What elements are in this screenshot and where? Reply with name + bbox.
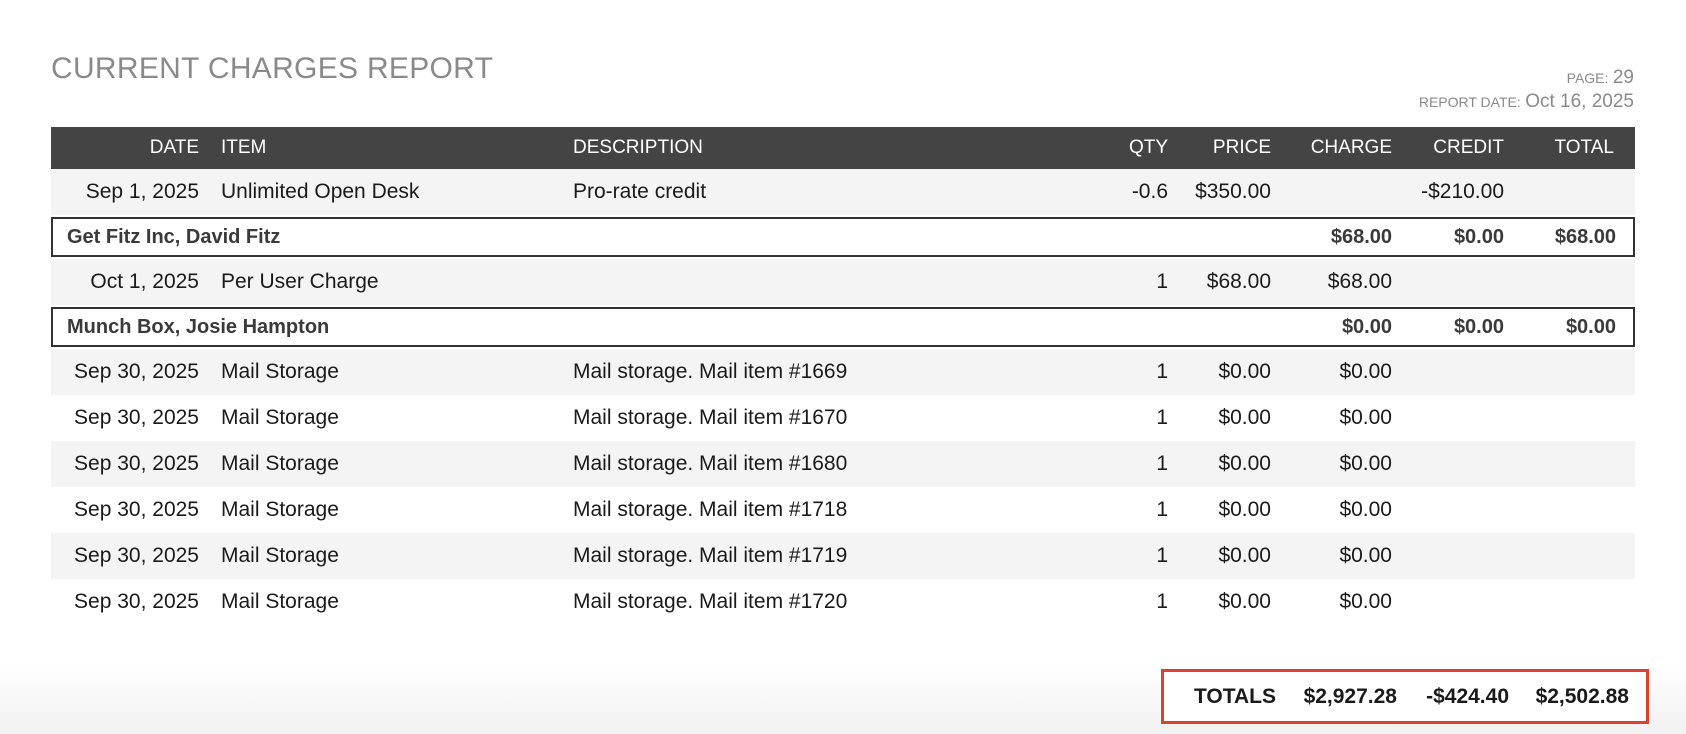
page-number: PAGE: 29 (1419, 66, 1634, 90)
row-date: Sep 30, 2025 (74, 360, 199, 383)
row-charge: $0.00 (1339, 406, 1392, 429)
row-item: Mail Storage (221, 544, 339, 567)
table-row: Sep 30, 2025 Mail Storage Mail storage. … (51, 441, 1635, 487)
group-charge: $0.00 (1341, 315, 1392, 338)
row-qty: 1 (1156, 544, 1168, 567)
col-charge-header: CHARGE (1310, 137, 1392, 158)
row-qty: 1 (1156, 590, 1168, 613)
table-row: Sep 30, 2025 Mail Storage Mail storage. … (51, 533, 1635, 579)
customer-name: Munch Box, Josie Hampton (67, 315, 330, 338)
row-item: Mail Storage (221, 406, 339, 429)
customer-group-row: Munch Box, Josie Hampton $0.00 $0.00 $0.… (51, 307, 1635, 347)
totals-label: TOTALS (1193, 684, 1276, 708)
customer-name: Get Fitz Inc, David Fitz (67, 225, 281, 248)
col-description-header: DESCRIPTION (573, 137, 703, 158)
page-label: PAGE: (1566, 70, 1609, 86)
table-row: Sep 30, 2025 Mail Storage Mail storage. … (51, 395, 1635, 441)
row-date: Sep 30, 2025 (74, 590, 199, 613)
row-charge: $0.00 (1339, 544, 1392, 567)
row-qty: 1 (1156, 452, 1168, 475)
row-price: $0.00 (1218, 590, 1271, 613)
row-price: $0.00 (1218, 360, 1271, 383)
table-header: DATE ITEM DESCRIPTION QTY PRICE CHARGE C… (51, 127, 1635, 169)
row-date: Sep 30, 2025 (74, 498, 199, 521)
col-price-header: PRICE (1212, 137, 1271, 158)
group-total: $68.00 (1554, 225, 1616, 248)
row-item: Mail Storage (221, 360, 339, 383)
row-price: $0.00 (1218, 452, 1271, 475)
col-qty-header: QTY (1128, 137, 1168, 158)
row-date: Oct 1, 2025 (90, 270, 199, 293)
row-credit: -$210.00 (1421, 180, 1504, 203)
row-charge: $0.00 (1339, 590, 1392, 613)
row-item: Per User Charge (221, 270, 379, 293)
row-description: Mail storage. Mail item #1718 (573, 498, 848, 521)
table-row: Sep 30, 2025 Mail Storage Mail storage. … (51, 349, 1635, 395)
row-qty: 1 (1156, 406, 1168, 429)
row-charge: $0.00 (1339, 498, 1392, 521)
row-qty: -0.6 (1131, 180, 1168, 203)
row-description: Mail storage. Mail item #1680 (573, 452, 848, 475)
row-qty: 1 (1156, 270, 1168, 293)
customer-group-row: Get Fitz Inc, David Fitz $68.00 $0.00 $6… (51, 217, 1635, 257)
row-charge: $68.00 (1327, 270, 1392, 293)
report-meta: PAGE: 29 REPORT DATE: Oct 16, 2025 (1419, 66, 1634, 114)
row-qty: 1 (1156, 360, 1168, 383)
table-row: Sep 30, 2025 Mail Storage Mail storage. … (51, 579, 1635, 625)
group-credit: $0.00 (1453, 225, 1504, 248)
row-item: Unlimited Open Desk (221, 180, 420, 203)
row-price: $68.00 (1206, 270, 1271, 293)
totals-box: TOTALS $2,927.28 -$424.40 $2,502.88 (1161, 669, 1649, 724)
report-date-label: REPORT DATE: (1418, 94, 1521, 110)
row-description: Pro-rate credit (573, 180, 707, 203)
row-date: Sep 30, 2025 (74, 544, 199, 567)
table-row: Sep 1, 2025 Unlimited Open Desk Pro-rate… (51, 169, 1635, 215)
col-credit-header: CREDIT (1433, 137, 1504, 158)
group-total: $0.00 (1565, 315, 1616, 338)
row-date: Sep 30, 2025 (74, 452, 199, 475)
totals-charge: $2,927.28 (1303, 684, 1397, 708)
row-charge: $0.00 (1339, 360, 1392, 383)
group-charge: $68.00 (1330, 225, 1392, 248)
report-date-value: Oct 16, 2025 (1525, 91, 1634, 112)
col-date-header: DATE (149, 137, 199, 158)
charges-table: DATE ITEM DESCRIPTION QTY PRICE CHARGE C… (51, 127, 1635, 625)
report-title: CURRENT CHARGES REPORT (51, 52, 494, 85)
row-item: Mail Storage (221, 452, 339, 475)
col-item-header: ITEM (221, 137, 267, 158)
group-credit: $0.00 (1453, 315, 1504, 338)
row-item: Mail Storage (221, 498, 339, 521)
row-item: Mail Storage (221, 590, 339, 613)
row-description: Mail storage. Mail item #1670 (573, 406, 848, 429)
row-description: Mail storage. Mail item #1669 (573, 360, 848, 383)
row-price: $0.00 (1218, 544, 1271, 567)
row-price: $350.00 (1195, 180, 1271, 203)
totals-credit: -$424.40 (1426, 684, 1509, 708)
page-value: 29 (1612, 67, 1634, 88)
col-total-header: TOTAL (1554, 137, 1614, 158)
row-qty: 1 (1156, 498, 1168, 521)
row-charge: $0.00 (1339, 452, 1392, 475)
row-date: Sep 1, 2025 (85, 180, 199, 203)
table-row: Sep 30, 2025 Mail Storage Mail storage. … (51, 487, 1635, 533)
row-price: $0.00 (1218, 406, 1271, 429)
row-date: Sep 30, 2025 (74, 406, 199, 429)
row-price: $0.00 (1218, 498, 1271, 521)
report-date: REPORT DATE: Oct 16, 2025 (1419, 90, 1634, 114)
row-description: Mail storage. Mail item #1719 (573, 544, 848, 567)
totals-total: $2,502.88 (1535, 684, 1629, 708)
row-description: Mail storage. Mail item #1720 (573, 590, 848, 613)
table-row: Oct 1, 2025 Per User Charge 1 $68.00 $68… (51, 259, 1635, 305)
